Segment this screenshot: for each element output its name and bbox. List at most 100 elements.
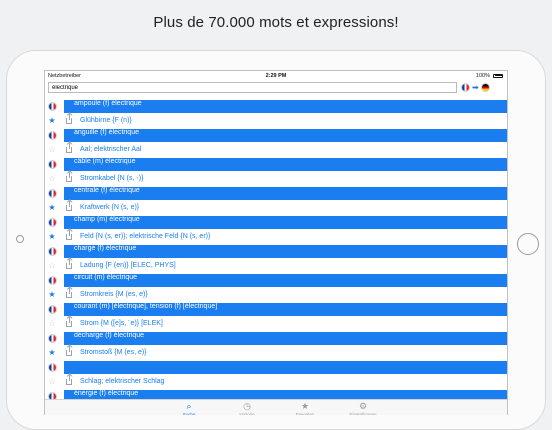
french-flag-icon <box>45 275 59 285</box>
german-translation: Glühbirne {F (n)} <box>80 117 132 125</box>
battery-icon <box>493 73 503 78</box>
screen: Netzbetreiber 2:29 PM 100% ➡ ampoule (f)… <box>44 70 508 415</box>
french-term: ampoule (f) électrique <box>74 100 142 107</box>
results-list: ampoule (f) électrique ★ Glühbirne {F (n)}… <box>45 99 507 404</box>
french-flag-icon <box>45 246 59 256</box>
french-term-row[interactable]: câble (m) électrique <box>45 157 507 172</box>
french-term-row[interactable] <box>45 360 507 375</box>
german-translation-row[interactable]: ☆ Aal; elektrischer Aal <box>45 142 507 157</box>
star-icon: ★ <box>300 401 310 411</box>
french-term: courant (m) [électrique], tension (f) [é… <box>74 303 218 310</box>
german-translation: Feld {N (s, er)}; elektrische Feld {N (s… <box>80 233 211 241</box>
status-bar: Netzbetreiber 2:29 PM 100% <box>45 71 507 81</box>
share-icon[interactable] <box>64 287 74 298</box>
share-icon[interactable] <box>64 171 74 182</box>
tab-historie[interactable]: ◷ Historie <box>227 400 267 415</box>
term-header-bar: anguille (f) électrique <box>64 129 507 142</box>
german-translation-row[interactable]: ☆ Schlag; elektrischer Schlag <box>45 374 507 389</box>
search-row: ➡ <box>45 81 507 95</box>
tab-suche[interactable]: ⌕ Suche <box>169 400 209 415</box>
star-filled-icon[interactable]: ★ <box>45 116 59 125</box>
french-term: champ (m) électrique <box>74 216 140 223</box>
clock: 2:29 PM <box>265 73 287 79</box>
term-header-bar: circuit (m) électrique <box>64 274 507 287</box>
share-icon[interactable] <box>64 374 74 385</box>
french-flag-icon <box>45 362 59 372</box>
share-icon[interactable] <box>64 113 74 124</box>
german-translation-row[interactable]: ★ Glühbirne {F (n)} <box>45 113 507 128</box>
share-icon[interactable] <box>64 316 74 327</box>
french-flag-icon <box>45 304 59 314</box>
french-flag-icon <box>45 130 59 140</box>
arrow-right-icon[interactable]: ➡ <box>472 83 479 92</box>
french-term: anguille (f) électrique <box>74 129 139 136</box>
term-header-bar: charge (f) électrique <box>64 245 507 258</box>
french-term-row[interactable]: anguille (f) électrique <box>45 128 507 143</box>
french-flag-icon <box>45 333 59 343</box>
french-flag-icon <box>45 159 59 169</box>
german-translation-row[interactable]: ★ Stromkreis {M (es, e)} <box>45 287 507 302</box>
german-translation-row[interactable]: ★ Kraftwerk {N (s, e)} <box>45 200 507 215</box>
french-term-row[interactable]: circuit (m) électrique <box>45 273 507 288</box>
french-flag-icon <box>45 217 59 227</box>
french-term: câble (m) électrique <box>74 158 136 165</box>
german-translation-row[interactable]: ☆ Ladung {F (en)} [ELEC, PHYS] <box>45 258 507 273</box>
german-flag-icon[interactable] <box>480 83 490 92</box>
german-translation: Schlag; elektrischer Schlag <box>80 378 165 386</box>
german-translation: Stromkreis {M (es, e)} <box>80 291 148 299</box>
star-filled-icon[interactable]: ★ <box>45 203 59 212</box>
gear-icon: ⚙ <box>358 401 368 411</box>
star-outline-icon[interactable]: ☆ <box>45 174 59 183</box>
star-filled-icon[interactable]: ★ <box>45 290 59 299</box>
german-translation-row[interactable]: ★ Stromstoß {M (es, e)} <box>45 345 507 360</box>
french-term-row[interactable]: décharge (f) électrique <box>45 331 507 346</box>
term-header-bar <box>64 361 507 374</box>
share-icon[interactable] <box>64 258 74 269</box>
share-icon[interactable] <box>64 142 74 153</box>
french-term: énergie (f) électrique <box>74 390 139 397</box>
term-header-bar: courant (m) [électrique], tension (f) [é… <box>64 303 507 316</box>
star-outline-icon[interactable]: ☆ <box>45 319 59 328</box>
star-outline-icon[interactable]: ☆ <box>45 261 59 270</box>
term-header-bar: câble (m) électrique <box>64 158 507 171</box>
share-icon[interactable] <box>64 345 74 356</box>
term-header-bar: ampoule (f) électrique <box>64 100 507 113</box>
share-icon[interactable] <box>64 200 74 211</box>
german-translation: Kraftwerk {N (s, e)} <box>80 204 140 212</box>
home-button[interactable] <box>517 233 539 255</box>
tab-einstellungen[interactable]: ⚙ Einstellungen <box>343 400 383 415</box>
star-outline-icon[interactable]: ☆ <box>45 377 59 386</box>
star-filled-icon[interactable]: ★ <box>45 232 59 241</box>
french-term: circuit (m) électrique <box>74 274 138 281</box>
star-outline-icon[interactable]: ☆ <box>45 145 59 154</box>
share-icon[interactable] <box>64 229 74 240</box>
german-translation: Stromstoß {M (es, e)} <box>80 349 147 357</box>
german-translation-row[interactable]: ☆ Strom {M ([e]s, ¨e)} [ELEK] <box>45 316 507 331</box>
german-translation-row[interactable]: ☆ Stromkabel {N (s, -)} <box>45 171 507 186</box>
german-translation: Aal; elektrischer Aal <box>80 146 142 154</box>
headline: Plus de 70.000 mots et expressions! <box>153 14 399 31</box>
language-switch[interactable]: ➡ <box>461 83 490 92</box>
french-term: centrale (f) électrique <box>74 187 140 194</box>
french-term-row[interactable]: champ (m) électrique <box>45 215 507 230</box>
search-input[interactable] <box>48 82 457 93</box>
french-term-row[interactable]: courant (m) [électrique], tension (f) [é… <box>45 302 507 317</box>
clock-icon: ◷ <box>243 401 251 411</box>
german-translation: Ladung {F (en)} [ELEC, PHYS] <box>80 262 176 270</box>
german-translation: Strom {M ([e]s, ¨e)} [ELEK] <box>80 320 163 328</box>
french-term-row[interactable]: charge (f) électrique <box>45 244 507 259</box>
french-flag-icon <box>45 188 59 198</box>
french-term: charge (f) électrique <box>74 245 137 252</box>
tab-favoriten[interactable]: ★ Favoriten <box>285 400 325 415</box>
tab-bar: ⌕ Suche ◷ Historie ★ Favoriten ⚙ Einstellungen <box>45 399 507 415</box>
search-icon: ⌕ <box>186 401 192 411</box>
german-translation-row[interactable]: ★ Feld {N (s, er)}; elektrische Feld {N (… <box>45 229 507 244</box>
camera <box>16 235 24 243</box>
french-term-row[interactable]: ampoule (f) électrique <box>45 99 507 114</box>
french-flag-icon[interactable] <box>461 83 470 92</box>
term-header-bar: décharge (f) électrique <box>64 332 507 345</box>
star-filled-icon[interactable]: ★ <box>45 348 59 357</box>
battery-percent: 100% <box>475 73 490 79</box>
term-header-bar: champ (m) électrique <box>64 216 507 229</box>
french-term-row[interactable]: centrale (f) électrique <box>45 186 507 201</box>
